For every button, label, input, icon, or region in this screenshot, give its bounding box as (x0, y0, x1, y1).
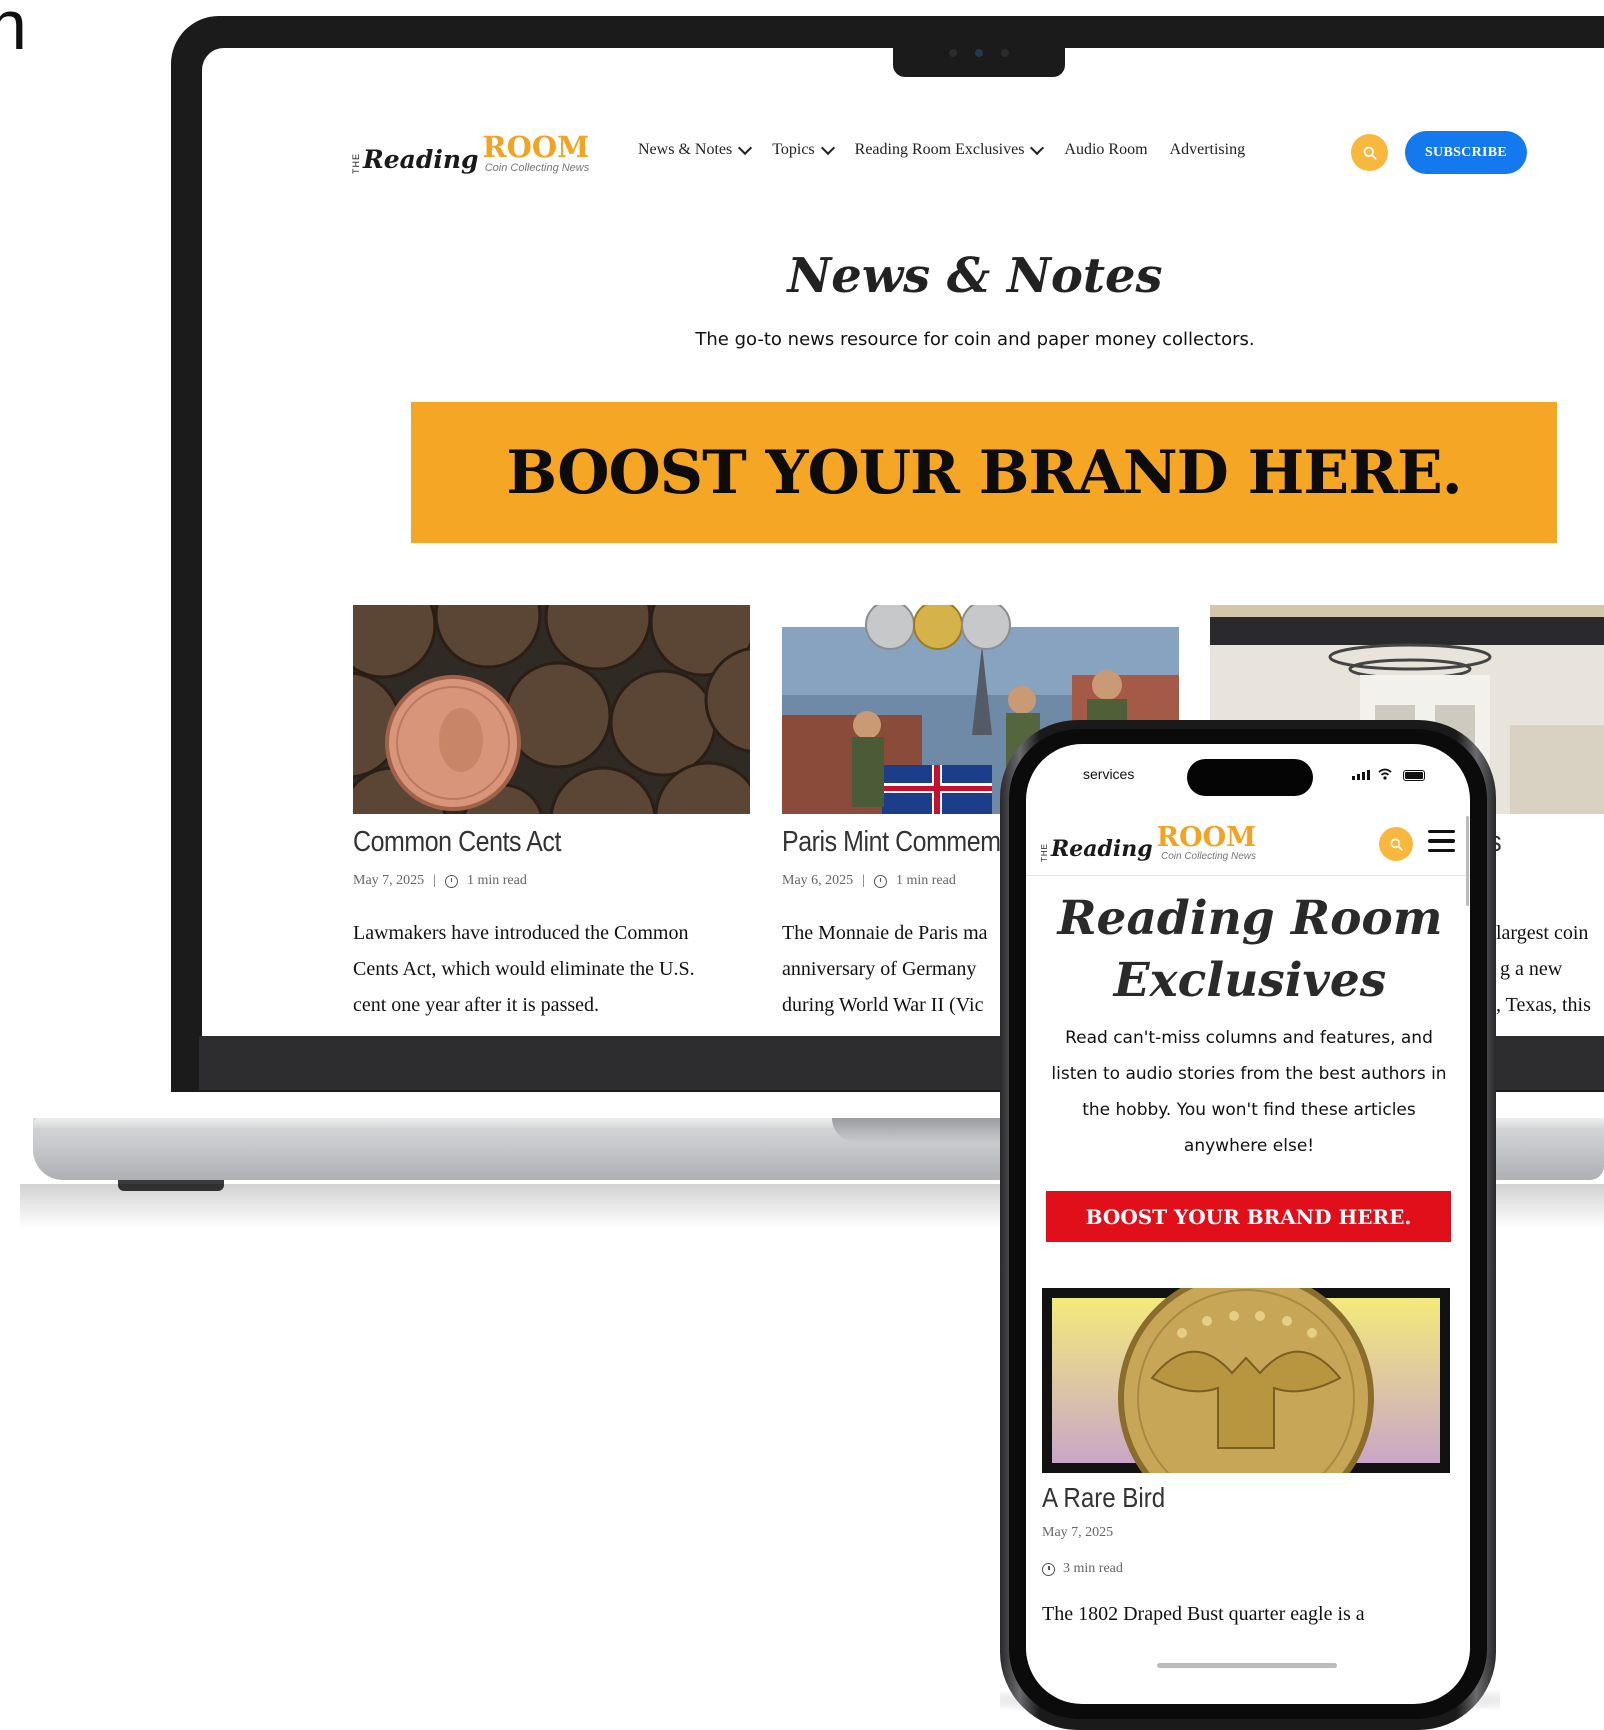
mobile-card-title[interactable]: A Rare Bird (1042, 1482, 1165, 1514)
camera-notch (893, 44, 1065, 77)
nav-label: Reading Room Exclusives (854, 141, 1025, 158)
mobile-ad-banner-text: BOOST YOUR BRAND HERE. (1085, 1204, 1412, 1229)
search-icon (1363, 146, 1377, 160)
logo-the: THE (1040, 843, 1049, 862)
mobile-ad-banner[interactable]: BOOST YOUR BRAND HERE. (1046, 1191, 1451, 1242)
nav-advertising[interactable]: Advertising (1170, 141, 1246, 159)
card-image-quarter-eagle[interactable] (1042, 1270, 1450, 1526)
site-logo[interactable]: THE Reading ROOM Coin Collecting News (351, 130, 590, 175)
nav-reading-room-exclusives[interactable]: Reading Room Exclusives (854, 140, 1045, 159)
battery-icon (1403, 770, 1425, 781)
excerpt-line: during World War II (Vic (782, 994, 984, 1016)
card-title[interactable]: Paris Mint Commemor (782, 826, 1022, 859)
card-excerpt: The Monnaie de Paris ma anniversary of G… (782, 915, 1022, 1023)
mobile-card-read-time-row: 3 min read (1042, 1561, 1123, 1577)
excerpt-line: anniversary of Germany (782, 958, 977, 980)
ad-banner-text: BOOST YOUR BRAND HERE. (506, 437, 1462, 508)
mobile-site-logo[interactable]: THE Reading ROOM Coin Collecting News (1040, 824, 1256, 862)
page-subtitle: The go-to news resource for coin and pap… (695, 329, 1255, 350)
nav-label: Topics (772, 141, 815, 158)
header-divider (1026, 875, 1470, 876)
scrollbar[interactable] (1466, 816, 1469, 906)
ad-banner[interactable]: BOOST YOUR BRAND HERE. (411, 402, 1557, 543)
dynamic-island (1187, 759, 1313, 796)
mobile-card-excerpt: The 1802 Draped Bust quarter eagle is a (1042, 1603, 1365, 1625)
search-button[interactable] (1351, 134, 1388, 171)
chevron-down-icon (1030, 140, 1045, 155)
card-date: May 7, 2025 (353, 873, 425, 888)
card-excerpt: Lawmakers have introduced the Common Cen… (353, 915, 748, 1023)
wifi-icon (1378, 768, 1392, 780)
card-date: May 6, 2025 (782, 873, 854, 888)
excerpt-line: The Monnaie de Paris ma (782, 922, 988, 944)
nav-news-notes[interactable]: News & Notes (638, 140, 753, 159)
excerpt-line: Cents Act, which would eliminate the U.S… (353, 958, 695, 980)
card-image-pennies[interactable] (353, 605, 750, 814)
nav-audio-room[interactable]: Audio Room (1064, 141, 1147, 159)
chevron-down-icon (738, 140, 753, 155)
card-title[interactable]: Common Cents Act (353, 826, 561, 859)
mobile-page-subtitle: Read can't-miss columns and features, an… (1051, 1028, 1447, 1156)
excerpt-line: cent one year after it is passed. (353, 994, 600, 1016)
logo-room: ROOM (1156, 822, 1257, 853)
nav-topics[interactable]: Topics (772, 140, 835, 159)
clock-icon (444, 874, 458, 888)
nav-label: Advertising (1169, 141, 1246, 158)
hamburger-menu-icon[interactable] (1428, 830, 1455, 852)
card-meta: May 7, 2025 | 1 min read (353, 873, 527, 888)
page-title: News & Notes (787, 248, 1163, 304)
logo-reading: Reading (363, 145, 479, 174)
status-bar-text: services (1083, 766, 1135, 782)
excerpt-line: g a new (1500, 958, 1563, 980)
main-nav: News & Notes Topics Reading Room Exclusi… (638, 140, 1246, 159)
logo-tagline: Coin Collecting News (1160, 851, 1257, 862)
logo-the: THE (351, 153, 361, 174)
nav-label: Audio Room (1064, 141, 1148, 158)
cropped-edge-glyph: n (0, 0, 27, 64)
signal-icon (1352, 770, 1370, 780)
mobile-page-title: Reading Room Exclusives (1057, 891, 1443, 1008)
card-read-time: 1 min read (466, 873, 527, 888)
nav-label: News & Notes (638, 141, 733, 158)
mobile-search-button[interactable] (1379, 827, 1413, 861)
card-meta: May 6, 2025 | 1 min read (782, 873, 956, 888)
laptop-opening-notch (832, 1118, 1012, 1142)
logo-reading: Reading (1051, 836, 1153, 862)
card-read-time: 1 min read (895, 873, 956, 888)
logo-room: ROOM (482, 130, 590, 164)
card-excerpt: largest coin g a new , Texas, this (1496, 915, 1604, 1023)
clock-icon (873, 874, 887, 888)
excerpt-line: , Texas, this (1496, 994, 1591, 1016)
clock-icon (1042, 1562, 1055, 1576)
excerpt-line: Lawmakers have introduced the Common (353, 922, 689, 944)
subscribe-button[interactable]: SUBSCRIBE (1405, 131, 1527, 174)
home-indicator[interactable] (1157, 1663, 1337, 1668)
mobile-card-read-time: 3 min read (1063, 1561, 1123, 1576)
logo-tagline: Coin Collecting News (484, 162, 590, 174)
search-icon (1390, 838, 1403, 851)
chevron-down-icon (820, 140, 835, 155)
mobile-card-date: May 7, 2025 (1042, 1525, 1114, 1540)
excerpt-line: largest coin (1496, 922, 1589, 944)
